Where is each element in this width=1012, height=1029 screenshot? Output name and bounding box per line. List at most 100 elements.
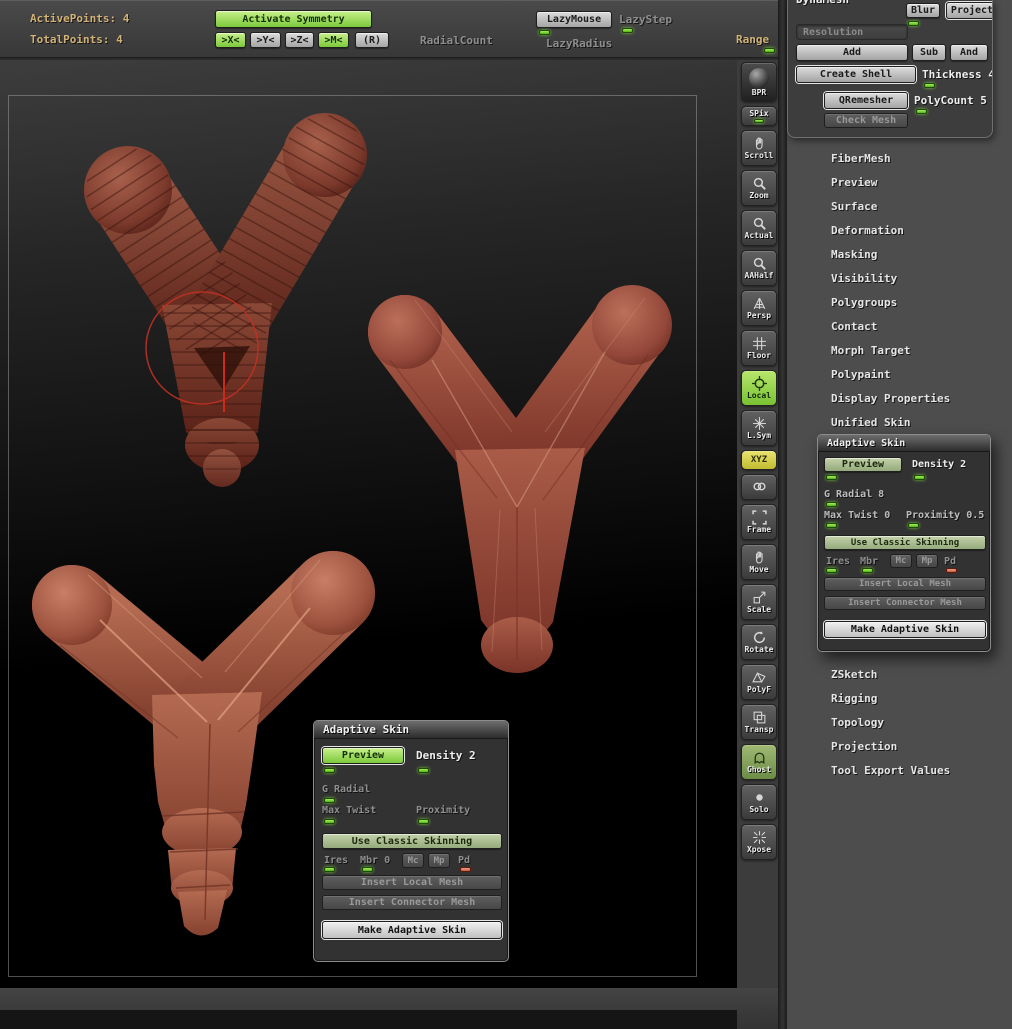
bpr-render-button[interactable]: BPR — [741, 62, 777, 102]
insert-connector-mesh-button[interactable]: Insert Connector Mesh — [824, 596, 986, 610]
actual-size-button[interactable]: Actual — [741, 210, 777, 246]
tool-section-fibermesh[interactable]: FiberMesh — [787, 146, 1012, 170]
resolution-slider[interactable]: Resolution — [796, 24, 908, 40]
make-adaptive-skin-button[interactable]: Make Adaptive Skin — [824, 621, 986, 638]
g-radial-slider[interactable]: G Radial 8 — [824, 490, 884, 500]
tool-section-tool-export-values[interactable]: Tool Export Values — [787, 758, 1012, 782]
use-classic-skinning-button[interactable]: Use Classic Skinning — [824, 535, 986, 550]
tool-section-projection[interactable]: Projection — [787, 734, 1012, 758]
density-indicator — [418, 768, 429, 773]
proximity-slider[interactable]: Proximity — [416, 806, 470, 816]
scroll-button[interactable]: Scroll — [741, 130, 777, 166]
max-twist-slider[interactable]: Max Twist — [322, 806, 376, 816]
mp-button[interactable]: Mp — [428, 853, 450, 868]
zoom-button[interactable]: Zoom — [741, 170, 777, 206]
mbr-slider[interactable]: Mbr — [860, 557, 878, 567]
tool-section-display-properties[interactable]: Display Properties — [787, 386, 1012, 410]
frame-button[interactable]: Frame — [741, 504, 777, 540]
model-skin-preview[interactable] — [368, 285, 672, 673]
xpose-button[interactable]: Xpose — [741, 824, 777, 860]
tool-section-preview[interactable]: Preview — [787, 170, 1012, 194]
sub-button[interactable]: Sub — [912, 44, 946, 61]
pd-indicator — [946, 568, 957, 573]
persp-button[interactable]: Persp — [741, 290, 777, 326]
aahalf-button[interactable]: AAHalf — [741, 250, 777, 286]
tool-section-polygroups[interactable]: Polygroups — [787, 290, 1012, 314]
pd-slider[interactable]: Pd — [458, 856, 470, 866]
tool-section-visibility[interactable]: Visibility — [787, 266, 1012, 290]
mp-button[interactable]: Mp — [916, 554, 938, 568]
activate-symmetry-button[interactable]: Activate Symmetry — [215, 10, 372, 28]
tool-section-contact[interactable]: Contact — [787, 314, 1012, 338]
tool-section-zsketch[interactable]: ZSketch — [787, 662, 1012, 686]
solo-icon — [752, 790, 767, 805]
scale-button[interactable]: Scale — [741, 584, 777, 620]
local-button[interactable]: Local — [741, 370, 777, 406]
density-slider[interactable]: Density 2 — [416, 750, 476, 761]
floating-panel-header[interactable]: Adaptive Skin — [314, 721, 508, 739]
tool-section-topology[interactable]: Topology — [787, 710, 1012, 734]
xyz-axis-button[interactable]: XYZ — [741, 450, 777, 470]
project-button[interactable]: Project — [946, 2, 992, 19]
qremesher-button[interactable]: QRemesher — [824, 92, 908, 109]
check-mesh-button[interactable]: Check Mesh — [824, 113, 908, 128]
polyframe-button[interactable]: PolyF — [741, 664, 777, 700]
polycount-slider[interactable]: PolyCount 5 — [914, 95, 987, 106]
tool-section-unified-skin[interactable]: Unified Skin — [787, 410, 1012, 434]
tool-section-masking[interactable]: Masking — [787, 242, 1012, 266]
sym-x-button[interactable]: >X< — [215, 32, 246, 48]
density-slider[interactable]: Density 2 — [912, 460, 966, 470]
make-adaptive-skin-button[interactable]: Make Adaptive Skin — [322, 921, 502, 939]
rotate-button[interactable]: Rotate — [741, 624, 777, 660]
use-classic-skinning-button[interactable]: Use Classic Skinning — [322, 833, 502, 849]
ires-slider[interactable]: Ires — [324, 856, 348, 866]
and-button[interactable]: And — [950, 44, 988, 61]
lazy-step-slider[interactable]: LazyStep — [619, 14, 672, 25]
radial-count-slider[interactable]: RadialCount — [420, 35, 493, 46]
total-points-label: TotalPoints: 4 — [30, 33, 123, 46]
panel-divider[interactable] — [778, 0, 787, 1029]
thickness-slider[interactable]: Thickness 4 — [922, 69, 992, 80]
proximity-slider[interactable]: Proximity 0.5 — [906, 511, 984, 521]
active-points-label: ActivePoints: 4 — [30, 12, 130, 25]
floor-button[interactable]: Floor — [741, 330, 777, 366]
mc-button[interactable]: Mc — [402, 853, 424, 868]
ghost-button[interactable]: Ghost — [741, 744, 777, 780]
tool-section-surface[interactable]: Surface — [787, 194, 1012, 218]
insert-local-mesh-button[interactable]: Insert Local Mesh — [322, 875, 502, 890]
sym-z-button[interactable]: >Z< — [285, 32, 314, 48]
pd-slider[interactable]: Pd — [944, 557, 956, 567]
blur-slider[interactable]: Blur — [906, 3, 940, 18]
chain-button[interactable] — [741, 474, 777, 500]
mbr-slider[interactable]: Mbr 0 — [360, 856, 390, 866]
max-twist-slider[interactable]: Max Twist 0 — [824, 511, 890, 521]
g-radial-slider[interactable]: G Radial — [322, 785, 370, 795]
insert-connector-mesh-button[interactable]: Insert Connector Mesh — [322, 895, 502, 910]
spix-indicator — [754, 118, 764, 123]
model-zsphere-armature[interactable] — [84, 113, 367, 487]
polycount-indicator — [916, 109, 927, 114]
sym-y-button[interactable]: >Y< — [250, 32, 281, 48]
move-button[interactable]: Move — [741, 544, 777, 580]
lazy-radius-slider[interactable]: LazyRadius — [546, 38, 612, 49]
preview-button[interactable]: Preview — [322, 747, 404, 764]
tool-section-morph-target[interactable]: Morph Target — [787, 338, 1012, 362]
tool-section-rigging[interactable]: Rigging — [787, 686, 1012, 710]
spix-button[interactable]: SPix — [741, 106, 777, 126]
solo-button[interactable]: Solo — [741, 784, 777, 820]
mc-button[interactable]: Mc — [890, 554, 912, 568]
sym-m-button[interactable]: >M< — [318, 32, 349, 48]
tool-section-deformation[interactable]: Deformation — [787, 218, 1012, 242]
tool-section-polypaint[interactable]: Polypaint — [787, 362, 1012, 386]
preview-button[interactable]: Preview — [824, 457, 902, 472]
transparency-button[interactable]: Transp — [741, 704, 777, 740]
radial-symmetry-button[interactable]: (R) — [355, 32, 389, 48]
adaptive-skin-header[interactable]: Adaptive Skin — [818, 435, 990, 452]
create-shell-button[interactable]: Create Shell — [796, 66, 916, 83]
insert-local-mesh-button[interactable]: Insert Local Mesh — [824, 577, 986, 591]
add-button[interactable]: Add — [796, 44, 908, 61]
lazy-mouse-button[interactable]: LazyMouse — [536, 11, 612, 28]
ires-slider[interactable]: Ires — [826, 557, 850, 567]
range-slider[interactable]: Range — [736, 34, 769, 45]
lsym-button[interactable]: L.Sym — [741, 410, 777, 446]
